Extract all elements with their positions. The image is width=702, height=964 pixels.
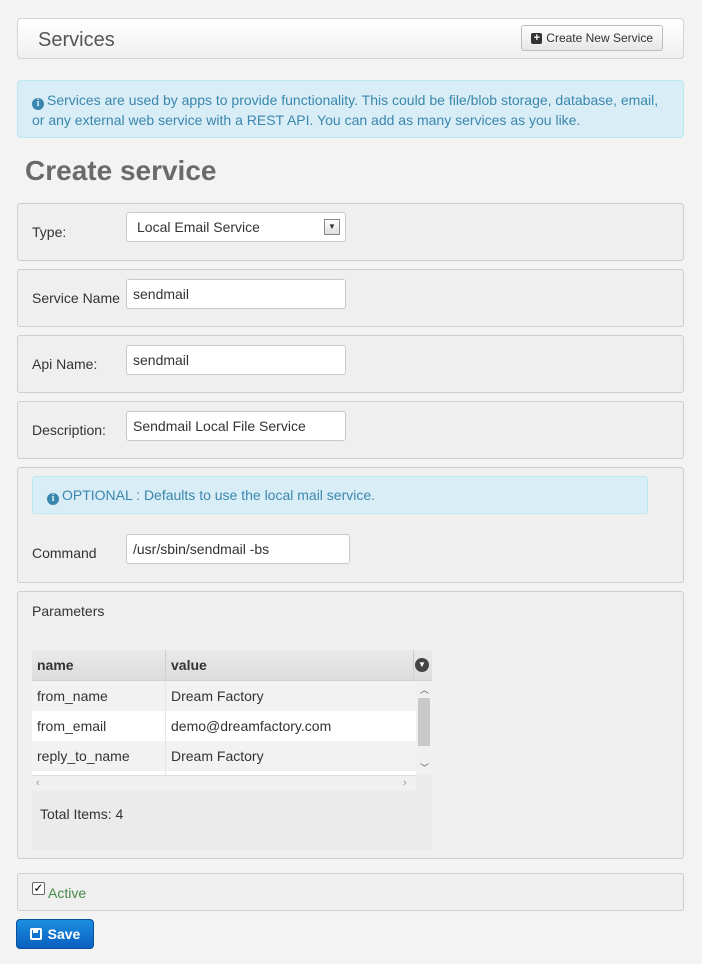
plus-square-icon: + [531,32,543,44]
header-panel: Services + Create New Service [17,18,684,59]
total-items: Total Items: 4 [40,806,124,822]
scroll-left-icon[interactable]: ‹ [36,777,40,789]
type-select-value: Local Email Service [137,219,260,235]
column-header-name[interactable]: name [37,657,74,673]
form-heading: Create service [25,155,217,186]
table-row[interactable]: from_name Dream Factory [32,681,416,711]
active-label[interactable]: Active [48,885,86,901]
description-input[interactable]: Sendmail Local File Service [126,411,346,441]
table-row[interactable]: from_email demo@dreamfactory.com [32,711,416,741]
grid-menu-icon[interactable]: ▼ [415,658,429,672]
save-button[interactable]: Save [16,919,94,949]
command-panel: i OPTIONAL : Defaults to use the local ma… [17,467,684,583]
service-name-label: Service Name [32,290,120,306]
active-checkbox[interactable]: ✓ [32,882,45,895]
parameters-grid: name value ▼ from_name Dream Factory fro… [32,650,432,850]
api-name-panel: Api Name: sendmail [17,335,684,393]
type-label: Type: [32,224,67,240]
api-name-input[interactable]: sendmail [126,345,346,375]
vertical-scrollbar[interactable]: ︿ ﹀ [416,681,432,775]
create-new-service-button[interactable]: + Create New Service [521,25,663,51]
grid-header: name value ▼ [32,650,432,681]
info-icon: i [47,493,59,505]
command-label: Command [32,545,97,561]
scroll-up-icon[interactable]: ︿ [420,683,429,696]
create-new-service-label: Create New Service [546,31,653,45]
column-header-value[interactable]: value [171,657,207,673]
cell-value: Dream Factory [171,688,264,704]
service-name-input[interactable]: sendmail [126,279,346,309]
optional-text: OPTIONAL : Defaults to use the local mai… [62,487,376,503]
table-row[interactable]: reply_to_name Dream Factory [32,741,416,771]
save-label: Save [47,926,81,942]
scrollbar-thumb[interactable] [418,698,430,746]
column-divider [413,650,414,680]
scroll-down-icon[interactable]: ﹀ [420,761,429,774]
active-panel: ✓ Active [17,873,684,911]
scroll-right-icon[interactable]: › [403,777,407,789]
cell-value: demo@dreamfactory.com [171,718,332,734]
save-disk-icon [29,928,42,940]
type-select[interactable]: Local Email Service ▼ [126,212,346,242]
column-divider [165,650,166,680]
cell-value: Dream Factory [171,748,264,764]
api-name-label: Api Name: [32,356,98,372]
info-text: Services are used by apps to provide fun… [32,92,659,128]
optional-alert: i OPTIONAL : Defaults to use the local ma… [32,476,648,514]
column-divider [165,681,166,775]
parameters-panel: Parameters name value ▼ from_name Dream … [17,591,684,859]
horizontal-scrollbar[interactable]: ‹ › [32,775,416,791]
service-name-panel: Service Name sendmail [17,269,684,327]
description-panel: Description: Sendmail Local File Service [17,401,684,459]
page-title: Services [38,29,115,51]
cell-name: reply_to_name [37,748,130,764]
info-alert: i Services are used by apps to provide fu… [17,80,684,138]
grid-body: from_name Dream Factory from_email demo@… [32,681,416,775]
chevron-down-icon[interactable]: ▼ [324,219,340,235]
command-input[interactable]: /usr/sbin/sendmail -bs [126,534,350,564]
type-panel: Type: Local Email Service ▼ [17,203,684,261]
cell-name: from_name [37,688,108,704]
cell-name: from_email [37,718,107,734]
description-label: Description: [32,422,106,438]
parameters-title: Parameters [32,603,105,619]
info-icon: i [32,98,44,110]
